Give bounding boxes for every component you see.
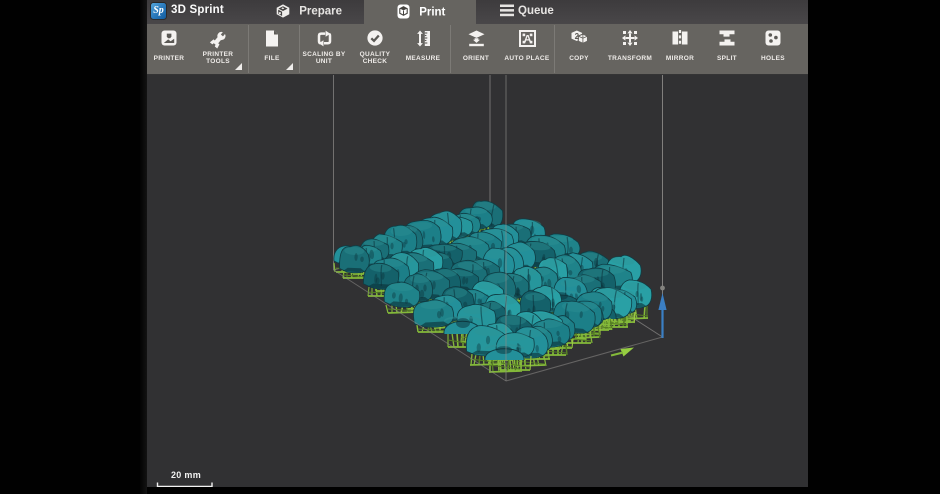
svg-text:2: 2 [574,32,579,41]
svg-text:A: A [523,34,531,46]
